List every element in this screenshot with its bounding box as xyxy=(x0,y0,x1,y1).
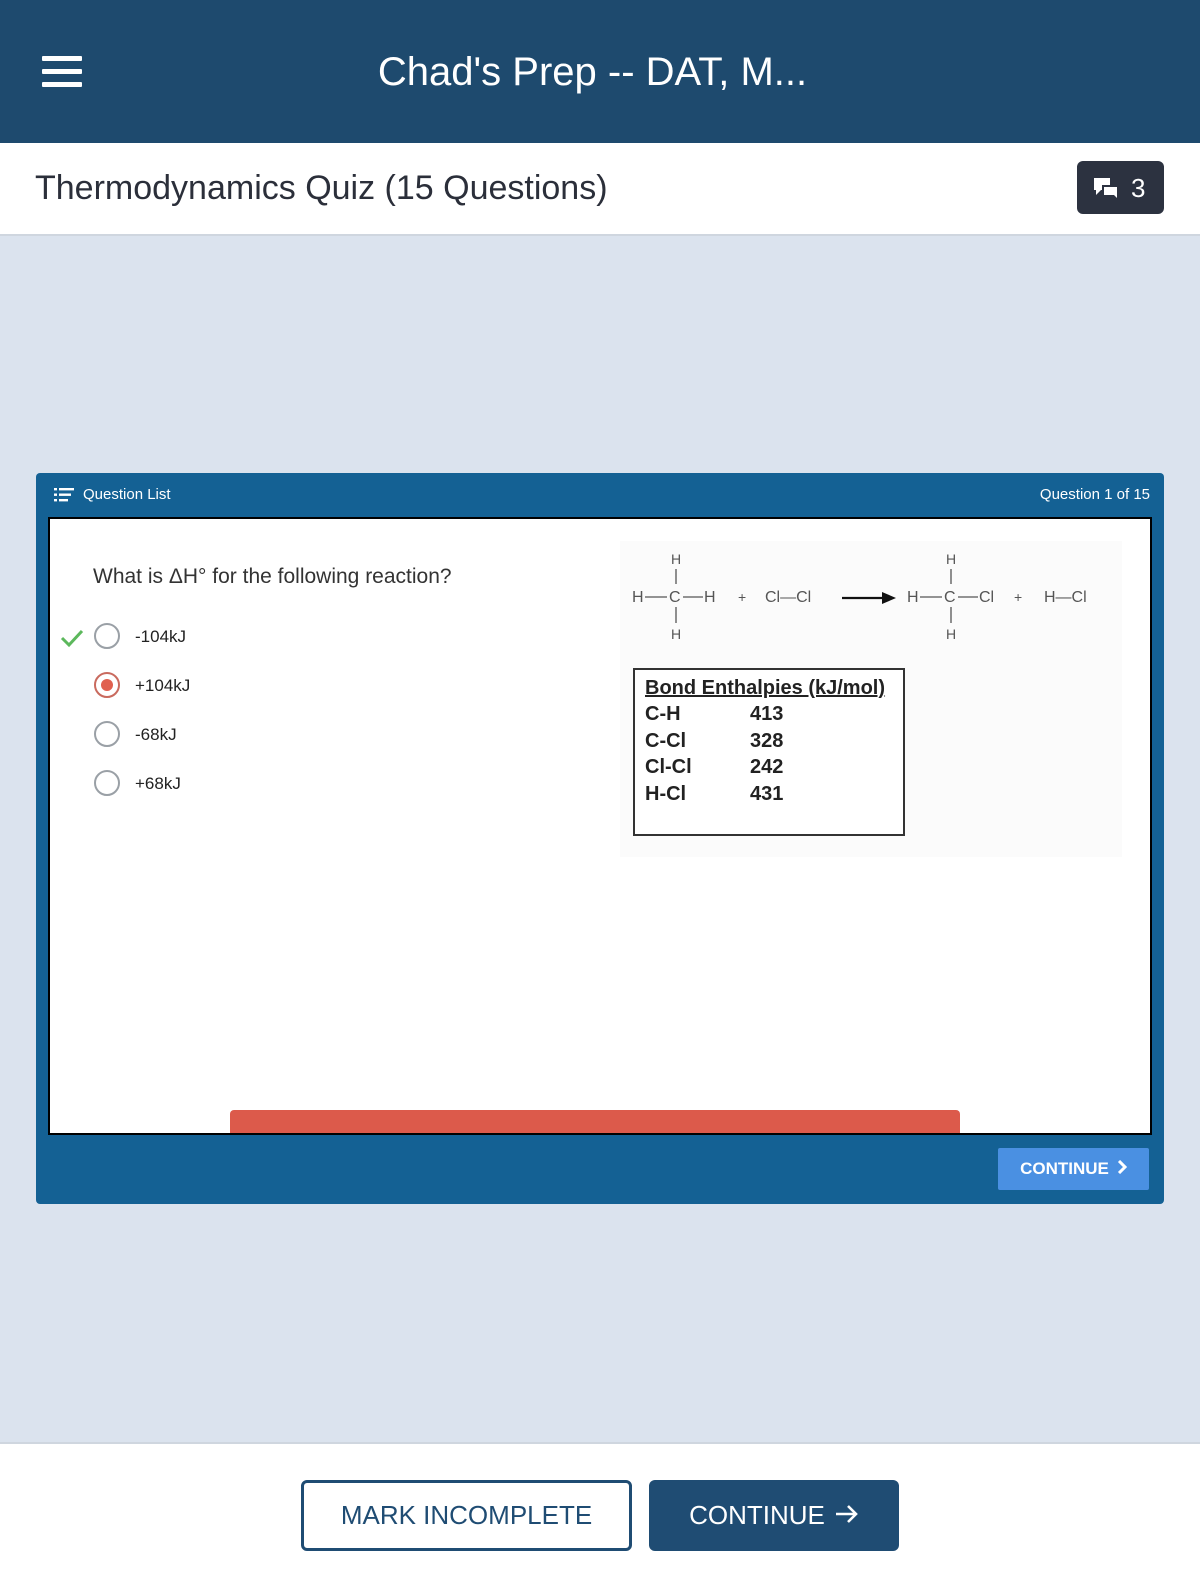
answer-option-label: +68kJ xyxy=(135,774,181,793)
list-icon xyxy=(54,488,74,502)
answer-option[interactable]: -68kJ xyxy=(94,721,394,751)
atom-label: H xyxy=(671,551,681,567)
molecule-label: H—Cl xyxy=(1044,589,1087,606)
atom-label: H xyxy=(632,589,644,606)
quiz-player: Question List Question 1 of 15 What is Δ… xyxy=(36,473,1164,1204)
answer-option[interactable]: -104kJ xyxy=(94,623,394,653)
bond-table-row: C-Cl 328 xyxy=(645,728,895,754)
question-counter: Question 1 of 15 xyxy=(1039,486,1150,503)
atom-label: H xyxy=(946,626,956,642)
chevron-right-icon xyxy=(1117,1148,1128,1190)
answer-option[interactable]: +104kJ xyxy=(94,672,394,702)
bond-value: 242 xyxy=(750,756,784,778)
plus-sign: + xyxy=(738,589,746,605)
arrow-right-icon xyxy=(835,1480,859,1551)
feedback-bar xyxy=(230,1110,960,1133)
bond-table-row: Cl-Cl 242 xyxy=(645,754,895,780)
slide-continue-label: CONTINUE xyxy=(1020,1159,1109,1178)
radio-button[interactable] xyxy=(94,770,120,796)
app-header: Chad's Prep -- DAT, M... xyxy=(0,0,1200,143)
slide-continue-button[interactable]: CONTINUE xyxy=(998,1148,1149,1190)
answer-option-label: +104kJ xyxy=(135,676,191,695)
bond-enthalpy-table: Bond Enthalpies (kJ/mol) C-H 413 C-Cl 32… xyxy=(633,668,905,836)
atom-label: C xyxy=(944,589,956,606)
reaction-equation: H H C H H + Cl—Cl H H C Cl H + H—Cl xyxy=(632,551,1087,642)
question-text: What is ΔH° for the following reaction? xyxy=(93,565,452,588)
bond-value: 431 xyxy=(750,783,784,805)
bond-name: H-Cl xyxy=(645,783,687,805)
answer-option[interactable]: +68kJ xyxy=(94,770,394,800)
bond-name: C-H xyxy=(645,703,681,725)
radio-button[interactable] xyxy=(94,623,120,649)
bond-value: 413 xyxy=(750,703,784,725)
bond-value: 328 xyxy=(750,730,784,752)
correct-check-icon xyxy=(60,629,84,648)
radio-button[interactable] xyxy=(94,721,120,747)
answer-option-label: -104kJ xyxy=(135,627,187,646)
comments-count: 3 xyxy=(1131,173,1146,203)
atom-label: H xyxy=(671,626,681,642)
bond-table-row: H-Cl 431 xyxy=(645,781,895,807)
atom-label: C xyxy=(669,589,681,606)
bond-table-title: Bond Enthalpies (kJ/mol) xyxy=(645,677,886,699)
answer-option-label: -68kJ xyxy=(135,725,177,744)
bond-name: C-Cl xyxy=(645,730,687,752)
atom-label: H xyxy=(704,589,716,606)
question-slide: What is ΔH° for the following reaction? … xyxy=(48,517,1152,1135)
app-title: Chad's Prep -- DAT, M... xyxy=(377,50,808,94)
molecule-label: Cl—Cl xyxy=(765,589,811,606)
atom-label: H xyxy=(907,589,919,606)
continue-label: CONTINUE xyxy=(689,1500,825,1530)
atom-label: Cl xyxy=(979,589,994,606)
lesson-title: Thermodynamics Quiz (15 Questions) xyxy=(35,169,608,207)
lesson-footer: MARK INCOMPLETE CONTINUE xyxy=(0,1442,1200,1588)
plus-sign: + xyxy=(1014,589,1022,605)
lesson-header: Thermodynamics Quiz (15 Questions) 3 xyxy=(0,143,1200,236)
bond-name: Cl-Cl xyxy=(645,756,692,778)
bond-table-row: C-H 413 xyxy=(645,701,895,727)
comments-button[interactable]: 3 xyxy=(1077,161,1164,214)
radio-button-selected[interactable] xyxy=(94,672,120,698)
continue-button[interactable]: CONTINUE xyxy=(649,1480,899,1551)
question-list-label: Question List xyxy=(83,486,171,503)
atom-label: H xyxy=(946,551,956,567)
comments-icon xyxy=(1094,178,1117,198)
mark-incomplete-button[interactable]: MARK INCOMPLETE xyxy=(301,1480,632,1551)
